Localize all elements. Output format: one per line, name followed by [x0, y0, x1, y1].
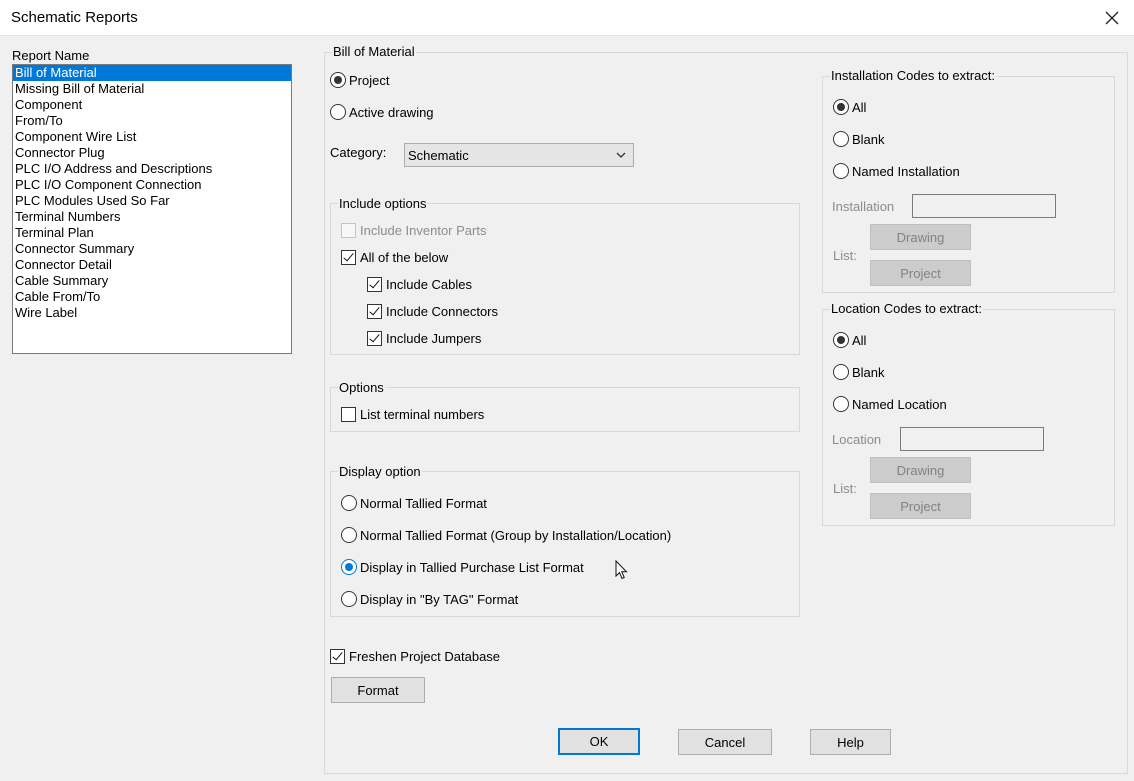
category-label: Category:	[330, 145, 387, 160]
scope-project-radio[interactable]: Project	[330, 72, 389, 88]
report-list-item[interactable]: PLC I/O Address and Descriptions	[13, 161, 291, 177]
include-cables-checkbox[interactable]: Include Cables	[367, 277, 472, 292]
installation-all-radio[interactable]: All	[833, 99, 866, 115]
report-list-item[interactable]: Cable Summary	[13, 273, 291, 289]
location-input	[900, 427, 1044, 451]
help-button[interactable]: Help	[810, 729, 891, 755]
checkbox-icon	[341, 407, 356, 422]
report-list-item[interactable]: Cable From/To	[13, 289, 291, 305]
format-button[interactable]: Format	[331, 677, 425, 703]
report-list-item[interactable]: Connector Plug	[13, 145, 291, 161]
report-name-label: Report Name	[12, 48, 90, 63]
checkmark-icon	[367, 331, 382, 346]
title-bar: Schematic Reports	[0, 0, 1134, 36]
location-field-label: Location	[832, 432, 882, 447]
chevron-down-icon	[615, 149, 627, 164]
checkmark-icon	[341, 250, 356, 265]
list-terminal-numbers-checkbox[interactable]: List terminal numbers	[341, 407, 484, 422]
all-of-below-checkbox[interactable]: All of the below	[341, 250, 448, 265]
radio-icon	[341, 495, 357, 511]
radio-selected-icon	[833, 332, 849, 348]
checkmark-icon	[330, 649, 345, 664]
report-list-item[interactable]: PLC I/O Component Connection	[13, 177, 291, 193]
location-project-button: Project	[870, 493, 971, 519]
display-option-label: Display option	[338, 464, 422, 479]
include-inventor-parts-checkbox: Include Inventor Parts	[341, 223, 486, 238]
radio-icon	[341, 591, 357, 607]
normal-tallied-group-radio[interactable]: Normal Tallied Format (Group by Installa…	[341, 527, 671, 543]
radio-selected-icon	[833, 99, 849, 115]
checkmark-icon	[367, 277, 382, 292]
include-options-label: Include options	[338, 196, 428, 211]
installation-field-label: Installation	[832, 199, 895, 214]
radio-icon	[833, 131, 849, 147]
cancel-button[interactable]: Cancel	[678, 729, 772, 755]
radio-icon	[330, 104, 346, 120]
checkmark-icon	[367, 304, 382, 319]
mouse-cursor-icon	[615, 559, 629, 583]
location-blank-radio[interactable]: Blank	[833, 364, 885, 380]
include-connectors-checkbox[interactable]: Include Connectors	[367, 304, 498, 319]
report-list-item[interactable]: Missing Bill of Material	[13, 81, 291, 97]
tallied-purchase-list-radio[interactable]: Display in Tallied Purchase List Format	[341, 559, 584, 575]
radio-selected-icon	[341, 559, 357, 575]
report-list-item[interactable]: Terminal Numbers	[13, 209, 291, 225]
installation-input	[912, 194, 1056, 218]
installation-blank-radio[interactable]: Blank	[833, 131, 885, 147]
report-list-item[interactable]: Component Wire List	[13, 129, 291, 145]
category-value: Schematic	[408, 147, 469, 163]
include-jumpers-checkbox[interactable]: Include Jumpers	[367, 331, 481, 346]
radio-selected-icon	[330, 72, 346, 88]
location-codes-label: Location Codes to extract:	[830, 301, 984, 316]
by-tag-format-radio[interactable]: Display in "By TAG" Format	[341, 591, 518, 607]
installation-list-label: List:	[833, 248, 857, 263]
checkbox-icon	[341, 223, 356, 238]
report-list-item[interactable]: PLC Modules Used So Far	[13, 193, 291, 209]
location-drawing-button: Drawing	[870, 457, 971, 483]
report-name-list[interactable]: Bill of Material Missing Bill of Material…	[12, 64, 292, 354]
scope-active-drawing-radio[interactable]: Active drawing	[330, 104, 434, 120]
radio-icon	[341, 527, 357, 543]
close-icon[interactable]	[1100, 6, 1124, 30]
window-title: Schematic Reports	[11, 9, 138, 26]
category-dropdown[interactable]: Schematic	[404, 143, 634, 167]
report-list-item[interactable]: From/To	[13, 113, 291, 129]
installation-codes-label: Installation Codes to extract:	[830, 68, 997, 83]
report-list-item[interactable]: Connector Summary	[13, 241, 291, 257]
report-list-item[interactable]: Wire Label	[13, 305, 291, 321]
report-list-item[interactable]: Component	[13, 97, 291, 113]
report-list-item[interactable]: Terminal Plan	[13, 225, 291, 241]
radio-icon	[833, 364, 849, 380]
bill-of-material-group-label: Bill of Material	[332, 44, 416, 59]
report-list-item[interactable]: Connector Detail	[13, 257, 291, 273]
named-installation-radio[interactable]: Named Installation	[833, 163, 960, 179]
options-label: Options	[338, 380, 385, 395]
radio-icon	[833, 396, 849, 412]
installation-drawing-button: Drawing	[870, 224, 971, 250]
named-location-radio[interactable]: Named Location	[833, 396, 947, 412]
location-all-radio[interactable]: All	[833, 332, 866, 348]
location-list-label: List:	[833, 481, 857, 496]
freshen-project-database-checkbox[interactable]: Freshen Project Database	[330, 649, 500, 664]
installation-project-button: Project	[870, 260, 971, 286]
normal-tallied-radio[interactable]: Normal Tallied Format	[341, 495, 487, 511]
report-list-item[interactable]: Bill of Material	[13, 65, 291, 81]
ok-button[interactable]: OK	[558, 728, 640, 755]
radio-icon	[833, 163, 849, 179]
